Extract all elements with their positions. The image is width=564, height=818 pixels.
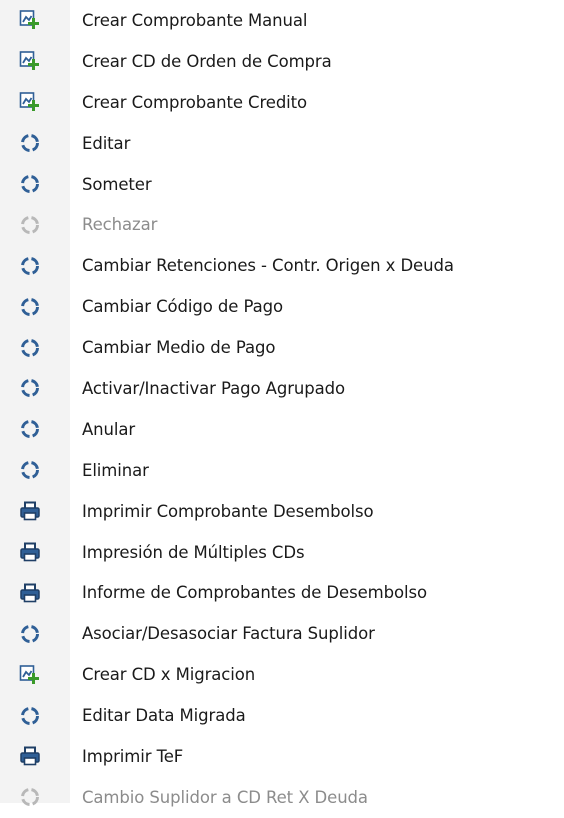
menu-item-label: Impresión de Múltiples CDs: [82, 542, 305, 562]
menu-items: Crear Comprobante Manual Crear CD de Ord…: [0, 0, 564, 818]
menu-item-crear-cd-migracion[interactable]: Crear CD x Migracion: [0, 654, 564, 695]
printer-icon: [18, 499, 42, 523]
menu-item-imprimir-tef[interactable]: Imprimir TeF: [0, 736, 564, 777]
printer-icon: [18, 744, 42, 768]
menu-item-impresion-multiples[interactable]: Impresión de Múltiples CDs: [0, 532, 564, 573]
add-document-icon: [18, 90, 42, 114]
workflow-icon: [18, 213, 42, 237]
context-menu: Crear Comprobante Manual Crear CD de Ord…: [0, 0, 564, 807]
menu-item-crear-cd-orden-compra[interactable]: Crear CD de Orden de Compra: [0, 41, 564, 82]
menu-item-editar[interactable]: Editar: [0, 123, 564, 164]
menu-item-label: Crear CD x Migracion: [82, 665, 256, 685]
menu-item-rechazar: Rechazar: [0, 204, 564, 245]
menu-item-label: Rechazar: [82, 215, 158, 235]
menu-item-label: Informe de Comprobantes de Desembolso: [82, 583, 427, 603]
menu-item-label: Imprimir Comprobante Desembolso: [82, 501, 374, 521]
menu-item-label: Crear CD de Orden de Compra: [82, 51, 332, 71]
menu-item-cambiar-codigo-pago[interactable]: Cambiar Código de Pago: [0, 286, 564, 327]
menu-item-imprimir-comprobante[interactable]: Imprimir Comprobante Desembolso: [0, 491, 564, 532]
menu-item-label: Editar: [82, 133, 131, 153]
menu-item-label: Cambiar Código de Pago: [82, 297, 283, 317]
workflow-icon: [18, 172, 42, 196]
menu-item-label: Eliminar: [82, 460, 149, 480]
menu-item-label: Asociar/Desasociar Factura Suplidor: [82, 624, 375, 644]
workflow-icon: [18, 785, 42, 809]
workflow-icon: [18, 254, 42, 278]
menu-item-editar-data-migrada[interactable]: Editar Data Migrada: [0, 695, 564, 736]
menu-item-anular[interactable]: Anular: [0, 409, 564, 450]
menu-item-label: Crear Comprobante Manual: [82, 10, 308, 30]
printer-icon: [18, 540, 42, 564]
menu-item-crear-comprobante-manual[interactable]: Crear Comprobante Manual: [0, 0, 564, 41]
menu-item-asociar-factura[interactable]: Asociar/Desasociar Factura Suplidor: [0, 613, 564, 654]
menu-item-crear-comprobante-credito[interactable]: Crear Comprobante Credito: [0, 82, 564, 123]
menu-item-label: Activar/Inactivar Pago Agrupado: [82, 378, 345, 398]
menu-item-label: Imprimir TeF: [82, 746, 184, 766]
menu-item-label: Anular: [82, 419, 136, 439]
workflow-icon: [18, 622, 42, 646]
workflow-icon: [18, 704, 42, 728]
printer-icon: [18, 581, 42, 605]
menu-item-activar-inactivar-pago[interactable]: Activar/Inactivar Pago Agrupado: [0, 368, 564, 409]
workflow-icon: [18, 458, 42, 482]
workflow-icon: [18, 131, 42, 155]
add-document-icon: [18, 663, 42, 687]
menu-item-cambiar-medio-pago[interactable]: Cambiar Medio de Pago: [0, 327, 564, 368]
add-document-icon: [18, 8, 42, 32]
add-document-icon: [18, 49, 42, 73]
workflow-icon: [18, 376, 42, 400]
menu-item-label: Cambio Suplidor a CD Ret X Deuda: [82, 787, 368, 807]
menu-item-label: Cambiar Medio de Pago: [82, 338, 276, 358]
menu-item-label: Crear Comprobante Credito: [82, 92, 308, 112]
menu-item-cambio-suplidor: Cambio Suplidor a CD Ret X Deuda: [0, 777, 564, 818]
menu-item-informe-comprobantes[interactable]: Informe de Comprobantes de Desembolso: [0, 572, 564, 613]
workflow-icon: [18, 417, 42, 441]
menu-item-someter[interactable]: Someter: [0, 164, 564, 205]
menu-item-cambiar-retenciones[interactable]: Cambiar Retenciones - Contr. Origen x De…: [0, 245, 564, 286]
menu-item-label: Someter: [82, 174, 152, 194]
workflow-icon: [18, 295, 42, 319]
menu-item-label: Cambiar Retenciones - Contr. Origen x De…: [82, 256, 454, 276]
menu-item-eliminar[interactable]: Eliminar: [0, 450, 564, 491]
menu-item-label: Editar Data Migrada: [82, 706, 246, 726]
workflow-icon: [18, 336, 42, 360]
